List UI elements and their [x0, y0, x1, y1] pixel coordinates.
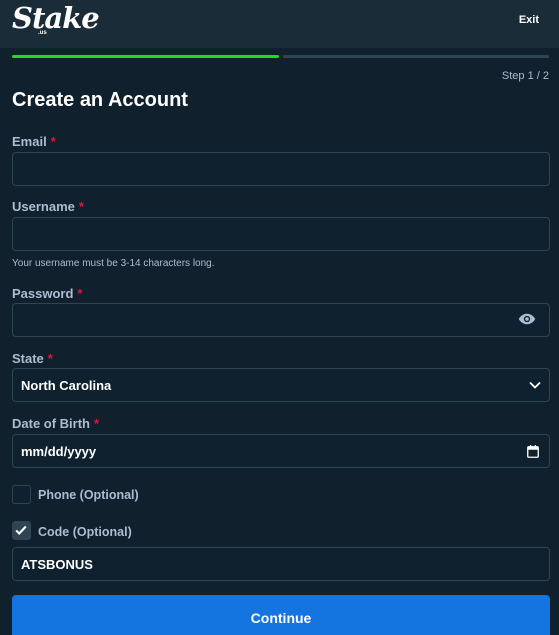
- logo-suffix: .us: [38, 30, 47, 36]
- username-label-text: Username: [12, 199, 75, 214]
- continue-button[interactable]: Continue: [12, 595, 550, 635]
- required-marker: *: [94, 416, 100, 431]
- top-header: Stake .us Exit: [0, 0, 559, 48]
- email-label-text: Email: [12, 134, 47, 149]
- state-select[interactable]: North Carolina: [12, 368, 550, 402]
- page-title: Create an Account: [12, 89, 188, 111]
- code-checkbox-label[interactable]: Code (Optional): [38, 525, 132, 539]
- dob-label: Date of Birth *: [12, 416, 99, 431]
- email-label: Email *: [12, 134, 56, 149]
- stake-logo[interactable]: Stake: [12, 3, 100, 33]
- password-label: Password *: [12, 286, 82, 301]
- required-marker: *: [77, 286, 83, 301]
- state-selected-value: North Carolina: [21, 378, 112, 393]
- phone-checkbox-label[interactable]: Phone (Optional): [38, 488, 139, 502]
- phone-checkbox[interactable]: [12, 485, 31, 504]
- required-marker: *: [47, 351, 53, 366]
- required-marker: *: [50, 134, 56, 149]
- chevron-down-icon: [529, 381, 541, 389]
- checkmark-icon: [15, 525, 27, 536]
- password-input[interactable]: [12, 303, 550, 337]
- code-input[interactable]: [12, 547, 550, 581]
- code-checkbox[interactable]: [12, 521, 31, 540]
- required-marker: *: [78, 199, 84, 214]
- exit-link[interactable]: Exit: [519, 14, 539, 26]
- email-input[interactable]: [12, 152, 550, 186]
- state-label: State *: [12, 351, 53, 366]
- state-label-text: State: [12, 351, 44, 366]
- calendar-icon[interactable]: [527, 445, 539, 458]
- progress-step-1: [12, 55, 279, 58]
- username-hint: Your username must be 3-14 characters lo…: [12, 258, 215, 269]
- progress-bar: [12, 55, 549, 58]
- dob-placeholder: mm/dd/yyyy: [21, 444, 97, 459]
- password-label-text: Password: [12, 286, 74, 301]
- step-indicator: Step 1 / 2: [501, 70, 549, 82]
- progress-step-2: [282, 55, 549, 58]
- eye-icon[interactable]: [518, 312, 536, 326]
- username-input[interactable]: [12, 217, 550, 251]
- dob-label-text: Date of Birth: [12, 416, 90, 431]
- username-label: Username *: [12, 199, 84, 214]
- dob-input[interactable]: mm/dd/yyyy: [12, 434, 550, 468]
